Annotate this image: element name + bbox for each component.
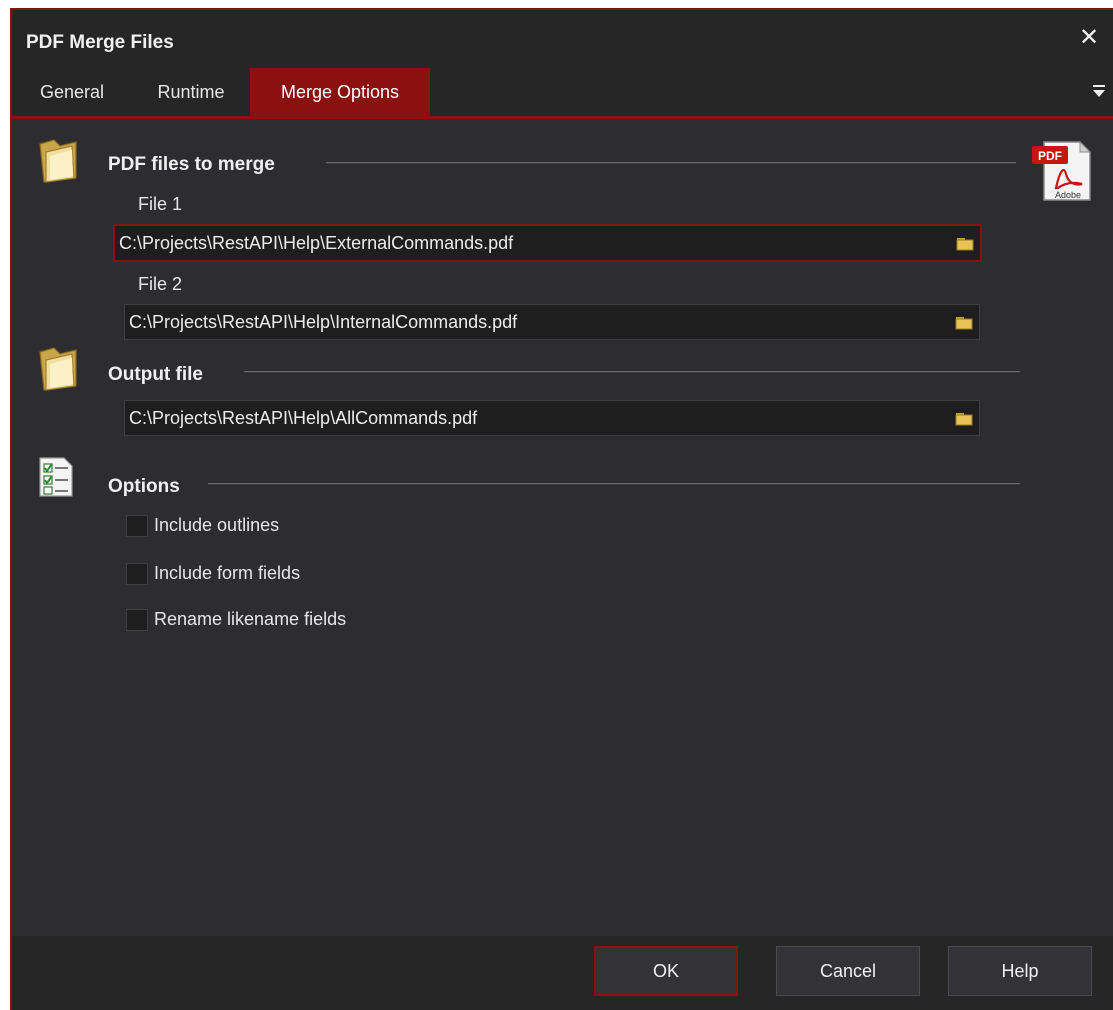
section-title-output-file: Output file (108, 364, 217, 386)
folder-icon (39, 347, 77, 391)
section-title-options: Options (108, 476, 194, 498)
rename-likename-fields-checkbox[interactable] (126, 609, 148, 631)
ok-button[interactable]: OK (594, 946, 738, 996)
browse-folder-icon[interactable] (953, 407, 975, 429)
section-divider (244, 371, 1020, 373)
tab-merge-options[interactable]: Merge Options (250, 68, 430, 116)
pdf-document-icon: PDF Adobe (1032, 140, 1092, 201)
dialog-title: PDF Merge Files (26, 32, 174, 53)
file2-input[interactable] (129, 305, 945, 339)
folder-icon (39, 139, 77, 183)
cancel-button[interactable]: Cancel (776, 946, 920, 996)
tab-bar: General Runtime Merge Options (12, 68, 1113, 119)
file2-field (124, 304, 980, 340)
include-outlines-label: Include outlines (154, 515, 280, 535)
pdf-merge-dialog: PDF Merge Files ✕ General Runtime Merge … (10, 8, 1113, 1010)
close-icon[interactable]: ✕ (1075, 24, 1103, 52)
tab-general[interactable]: General (12, 68, 132, 116)
include-form-fields-label: Include form fields (154, 563, 301, 583)
help-button[interactable]: Help (948, 946, 1092, 996)
file1-label: File 1 (138, 194, 183, 214)
include-form-fields-checkbox[interactable] (126, 563, 148, 585)
adobe-text: Adobe (1055, 190, 1081, 200)
rename-likename-fields-label: Rename likename fields (154, 609, 347, 629)
checklist-icon (39, 457, 73, 497)
file1-field (113, 224, 982, 262)
pdf-badge-text: PDF (1038, 149, 1062, 163)
browse-folder-icon[interactable] (953, 311, 975, 333)
section-divider (326, 162, 1016, 164)
dropdown-menu-icon[interactable] (1091, 82, 1107, 100)
file2-label: File 2 (138, 274, 183, 294)
output-file-input[interactable] (129, 401, 945, 435)
file1-input[interactable] (119, 226, 946, 260)
title-bar: PDF Merge Files ✕ (12, 10, 1113, 68)
output-file-field (124, 400, 980, 436)
browse-folder-icon[interactable] (954, 232, 976, 254)
section-divider (208, 483, 1020, 485)
dialog-footer: OK Cancel Help (12, 936, 1113, 1010)
tab-runtime[interactable]: Runtime (132, 68, 250, 116)
section-title-pdf-files: PDF files to merge (108, 154, 289, 176)
include-outlines-checkbox[interactable] (126, 515, 148, 537)
